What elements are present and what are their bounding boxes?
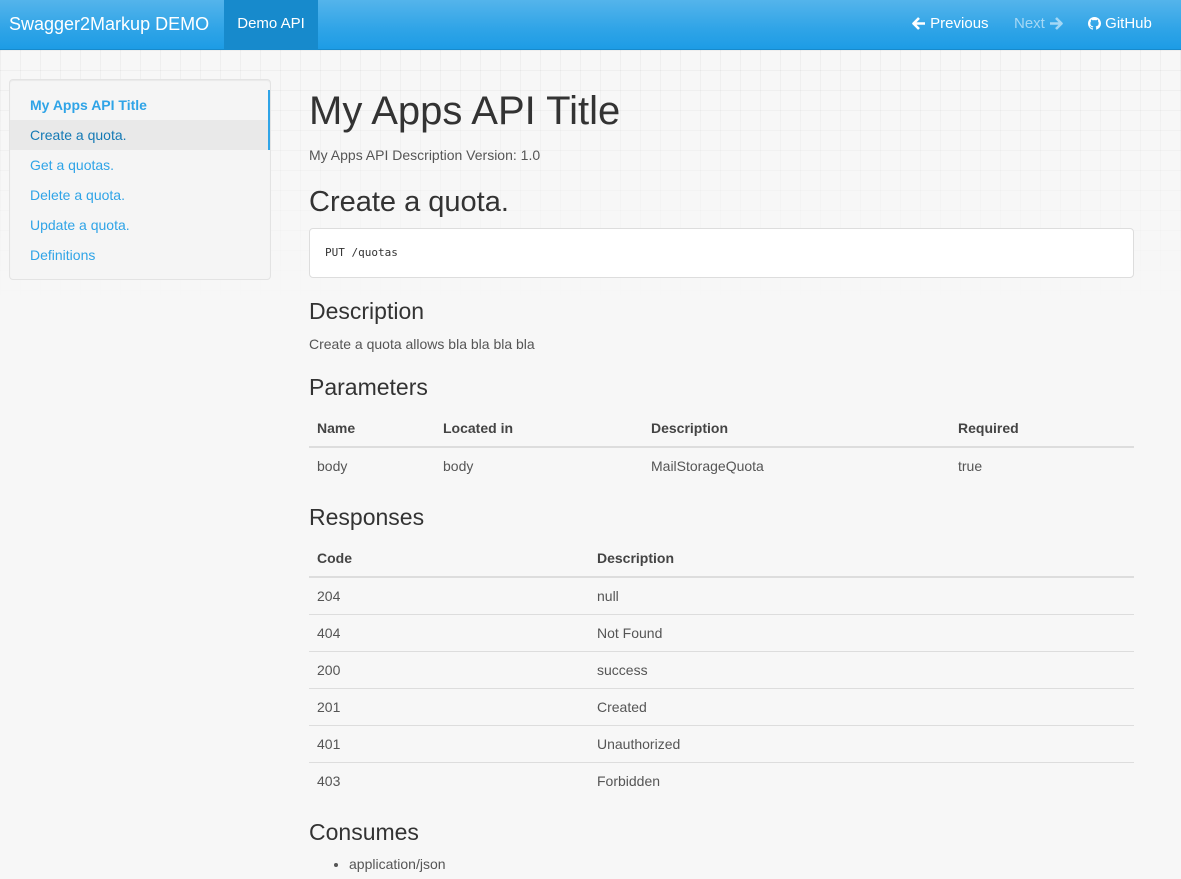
column-header: Code: [309, 540, 589, 578]
sidebar-nav: My Apps API Title Create a quota. Get a …: [9, 79, 271, 280]
table-row: 200 success: [309, 651, 1134, 689]
table-row: 204 null: [309, 577, 1134, 615]
column-header: Description: [643, 410, 950, 448]
endpoint-code: PUT /quotas: [309, 228, 1134, 278]
consumes-list: application/json: [309, 856, 446, 872]
table-cell: body: [317, 458, 348, 474]
parameters-heading: Parameters: [309, 374, 428, 400]
table-row: 401 Unauthorized: [309, 725, 1134, 763]
table-row: body body MailStorageQuota true: [309, 447, 1134, 484]
table-row: 403 Forbidden: [309, 762, 1134, 799]
version-text: My Apps API Description Version: 1.0: [309, 147, 541, 163]
sidebar-item-get-quotas[interactable]: Get a quotas.: [10, 150, 270, 180]
github-label: GitHub: [1105, 15, 1152, 32]
table-header-row: Code Description: [309, 540, 1134, 578]
table-cell: body: [443, 458, 474, 474]
consumes-heading: Consumes: [309, 819, 419, 845]
column-header: Name: [309, 410, 435, 448]
github-link[interactable]: GitHub: [1088, 0, 1152, 49]
navbar-brand[interactable]: Swagger2Markup DEMO: [9, 0, 209, 49]
table-header-row: Name Located in Description Required: [309, 410, 1134, 448]
column-header: Located in: [435, 410, 643, 448]
navbar: Swagger2Markup DEMO Demo API Previous Ne…: [0, 0, 1181, 50]
github-icon: [1088, 17, 1101, 30]
table-cell: MailStorageQuota: [651, 458, 764, 474]
table-cell: 401: [309, 725, 589, 763]
previous-label: Previous: [930, 15, 989, 32]
arrow-right-icon: [1050, 17, 1063, 30]
page-title: My Apps API Title: [309, 89, 621, 133]
table-cell: Created: [589, 688, 1134, 726]
next-label: Next: [1014, 15, 1045, 32]
description-heading: Description: [309, 298, 425, 324]
sidebar-item-update-quota[interactable]: Update a quota.: [10, 210, 270, 240]
arrow-left-icon: [912, 17, 925, 30]
list-item: application/json: [349, 856, 446, 872]
table-cell: 200: [309, 651, 589, 689]
table-cell: null: [597, 588, 619, 604]
section-title: Create a quota.: [309, 186, 509, 218]
table-cell: 201: [309, 688, 589, 726]
responses-table: Code Description 204 null 404 Not Found …: [309, 540, 1134, 799]
table-row: 201 Created: [309, 688, 1134, 726]
sidebar-item-delete-quota[interactable]: Delete a quota.: [10, 180, 270, 210]
sidebar-item-create-quota[interactable]: Create a quota.: [10, 120, 270, 150]
column-header: Description: [589, 540, 1134, 578]
table-cell: 204: [317, 588, 341, 604]
table-cell: Unauthorized: [589, 725, 1134, 763]
sidebar-item-api-title[interactable]: My Apps API Title: [10, 90, 270, 120]
nav-tab-demo-api[interactable]: Demo API: [224, 0, 318, 49]
table-cell: 404: [309, 614, 589, 652]
table-cell: Not Found: [589, 614, 1134, 652]
previous-link[interactable]: Previous: [912, 0, 989, 49]
sidebar-item-definitions[interactable]: Definitions: [10, 240, 270, 270]
table-cell: Forbidden: [589, 762, 1134, 799]
column-header: Required: [950, 410, 1134, 448]
table-cell: success: [589, 651, 1134, 689]
table-cell: 403: [309, 762, 589, 799]
description-text: Create a quota allows bla bla bla bla: [309, 336, 535, 352]
table-row: 404 Not Found: [309, 614, 1134, 652]
responses-heading: Responses: [309, 504, 425, 530]
table-cell: true: [958, 458, 983, 474]
parameters-table: Name Located in Description Required bod…: [309, 410, 1134, 484]
next-link[interactable]: Next: [1014, 0, 1063, 49]
